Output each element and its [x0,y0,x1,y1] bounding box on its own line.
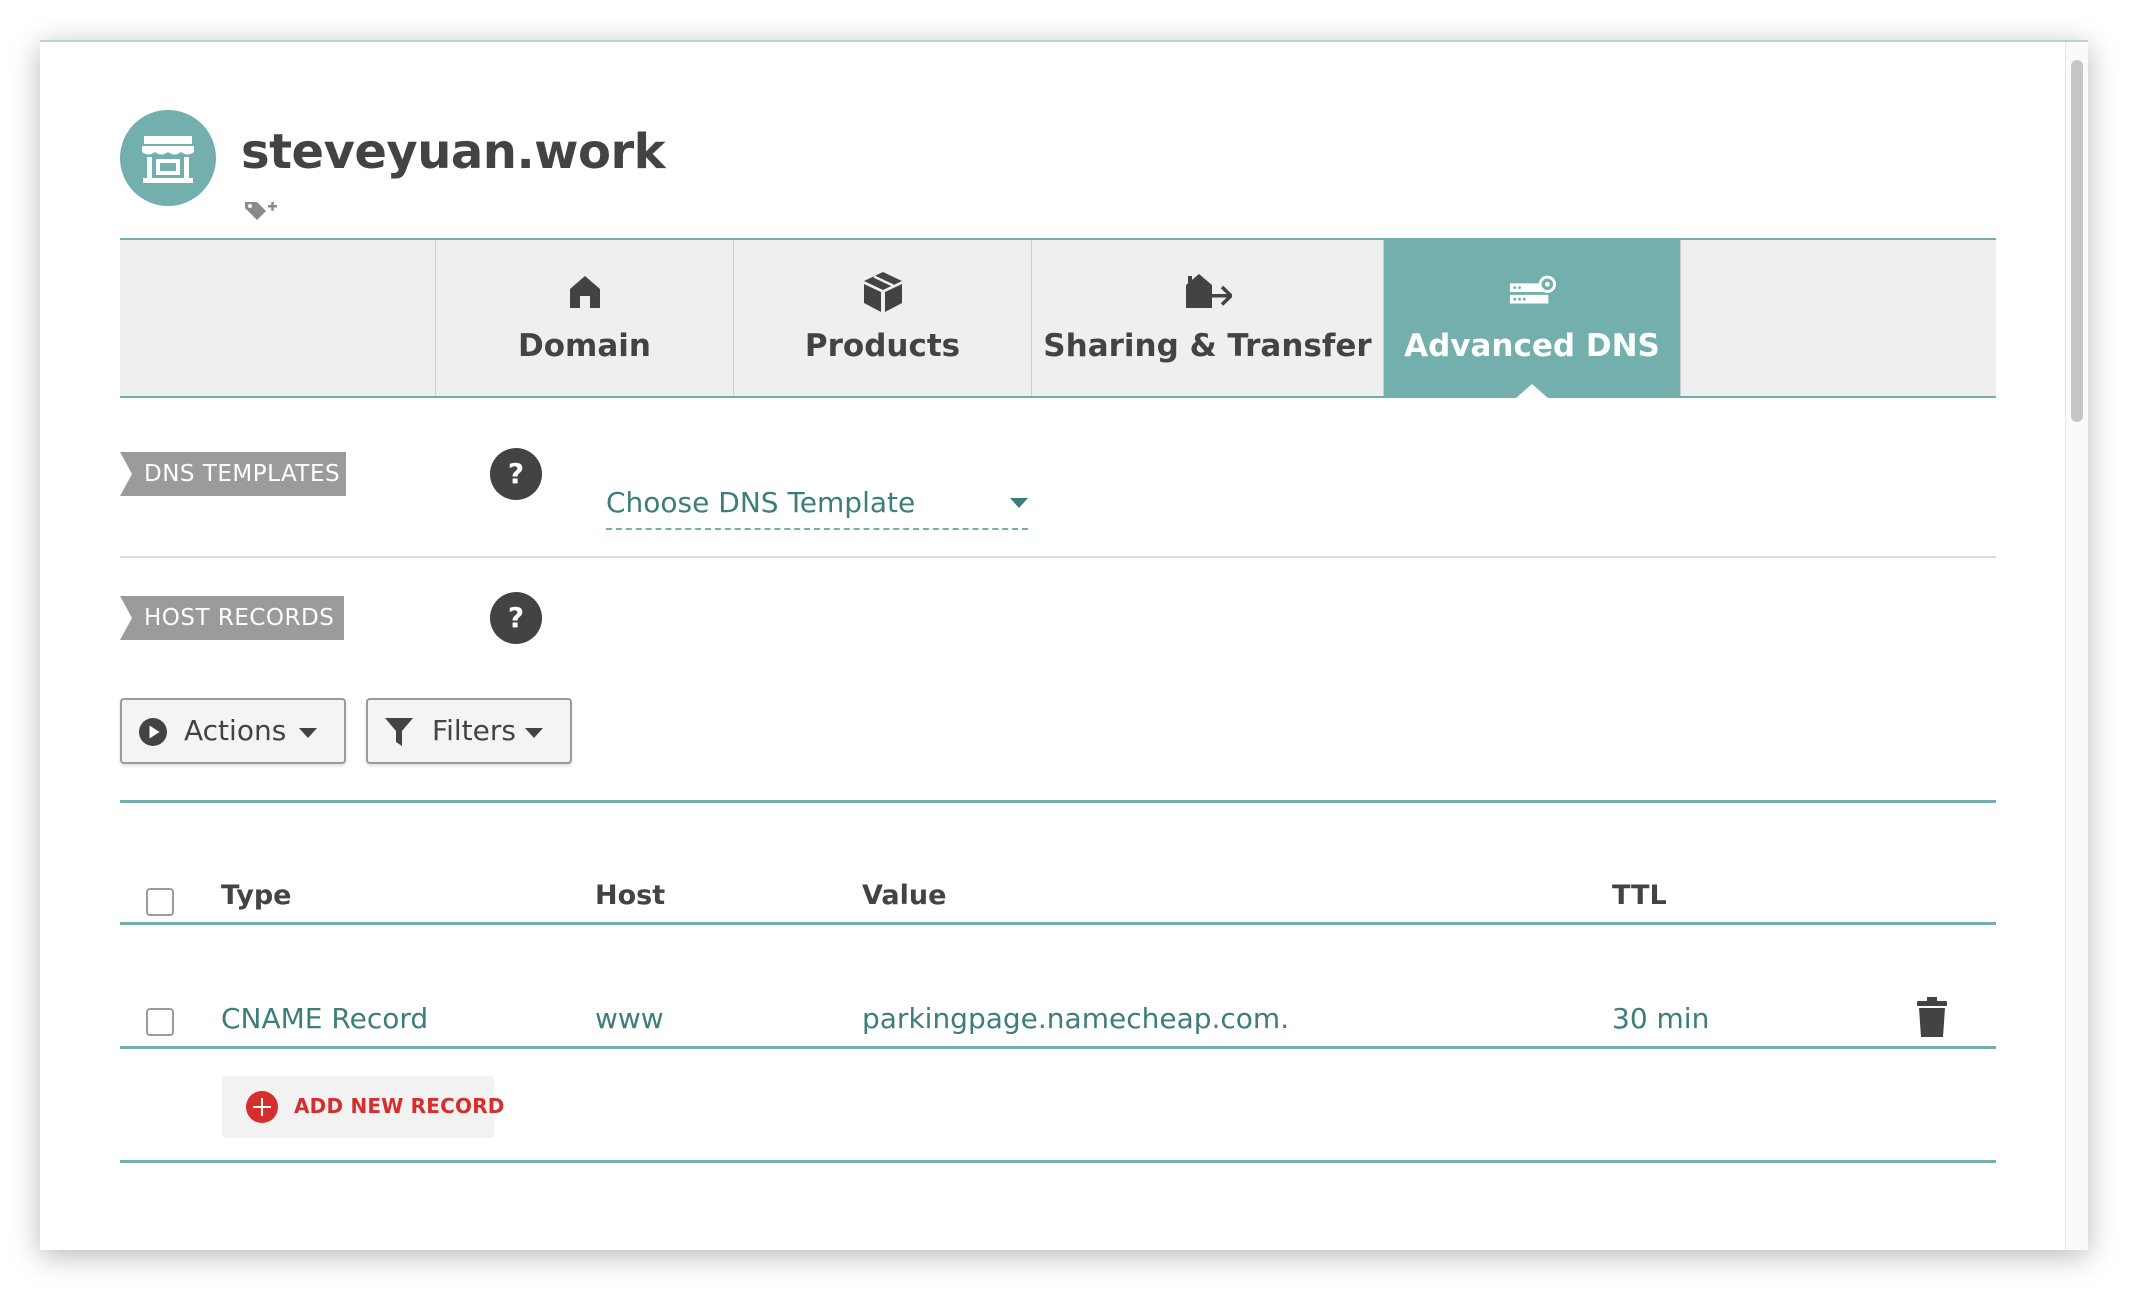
box-icon [859,268,907,316]
domain-title: steveyuan.work [241,124,666,180]
section-divider [120,556,1996,558]
dns-management-window: steveyuan.work Domain Products Sharing &… [40,40,2088,1250]
tab-advanced-dns[interactable]: Advanced DNS [1383,240,1680,396]
tab-empty [1680,240,1996,396]
add-new-record-label: ADD NEW RECORD [294,1094,505,1118]
table-bottom-border [120,1160,1996,1163]
record-type[interactable]: CNAME Record [221,1002,428,1035]
host-records-help-button[interactable]: ? [490,592,542,644]
trash-icon[interactable] [1916,996,1948,1038]
column-header-value: Value [862,880,947,911]
play-circle-icon [138,717,168,751]
row-checkbox[interactable] [146,1008,174,1036]
tab-products[interactable]: Products [733,240,1031,396]
dns-template-select-value: Choose DNS Template [606,486,916,519]
tab-sharing-transfer[interactable]: Sharing & Transfer [1031,240,1383,396]
tab-label: Sharing & Transfer [1043,328,1372,364]
chevron-down-icon [299,728,317,738]
tab-domain[interactable]: Domain [435,240,733,396]
filters-label: Filters [432,714,516,747]
host-records-tag: HOST RECORDS [120,596,344,640]
house-transfer-icon [1184,268,1232,316]
home-icon [561,268,609,316]
table-row-border [120,1046,1996,1049]
record-value[interactable]: parkingpage.namecheap.com. [862,1002,1289,1035]
vertical-scrollbar[interactable] [2065,42,2088,1250]
filter-icon [384,717,414,751]
record-ttl[interactable]: 30 min [1612,1002,1709,1035]
record-host[interactable]: www [595,1002,664,1035]
dns-templates-help-button[interactable]: ? [490,448,542,500]
dns-templates-tag: DNS TEMPLATES [120,452,346,496]
chevron-down-icon [525,728,543,738]
dns-server-icon [1508,268,1556,316]
filters-button[interactable]: Filters [366,698,572,764]
column-header-ttl: TTL [1612,880,1667,911]
table-top-border [120,800,1996,803]
scrollbar-thumb[interactable] [2071,60,2083,422]
table-header-border [120,922,1996,925]
dns-template-select[interactable]: Choose DNS Template [606,482,1028,530]
tab-label: Advanced DNS [1404,328,1660,364]
column-header-host: Host [595,880,666,911]
add-tag-icon[interactable] [243,198,279,228]
domain-tabs: Domain Products Sharing & Transfer Advan… [120,238,1996,398]
tab-label: Products [804,328,961,364]
tab-label: Domain [518,328,651,364]
chevron-down-icon [1010,498,1028,508]
actions-button[interactable]: Actions [120,698,346,764]
actions-label: Actions [184,714,287,747]
add-new-record-button[interactable]: ADD NEW RECORD [222,1076,504,1138]
storefront-icon [120,110,216,206]
column-header-type: Type [221,880,292,911]
select-all-checkbox[interactable] [146,888,174,916]
plus-circle-icon [246,1091,278,1123]
